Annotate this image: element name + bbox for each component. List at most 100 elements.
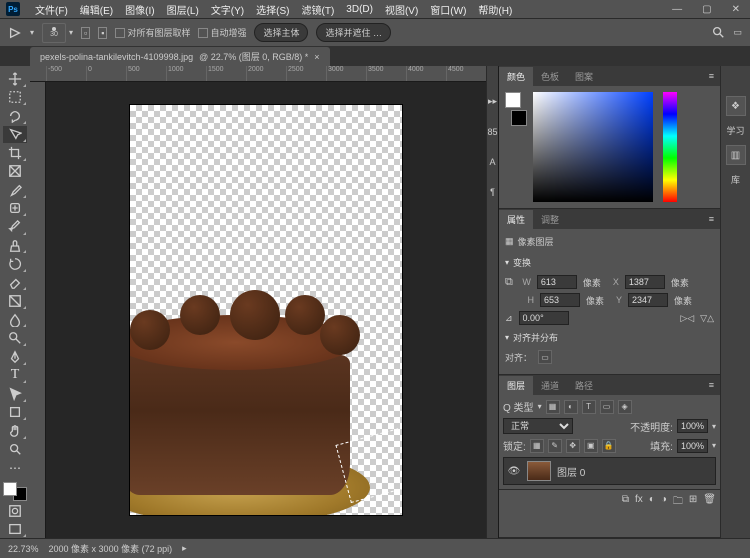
filter-shape-icon[interactable]: ▭ — [600, 400, 614, 414]
lasso-tool[interactable] — [3, 107, 27, 125]
blur-tool[interactable] — [3, 311, 27, 329]
adjustment-layer-icon[interactable]: ◑ — [661, 494, 667, 511]
vertical-ruler[interactable] — [30, 82, 46, 538]
align-target-icon[interactable]: ▭ — [538, 350, 552, 364]
learn-label[interactable]: 学习 — [726, 124, 744, 137]
library-label[interactable]: 库 — [731, 173, 740, 186]
hand-tool[interactable] — [3, 422, 27, 440]
quick-mask-toggle[interactable] — [3, 502, 27, 520]
crop-tool[interactable] — [3, 144, 27, 162]
path-selection-tool[interactable] — [3, 385, 27, 403]
eraser-tool[interactable] — [3, 274, 27, 292]
height-input[interactable] — [540, 293, 580, 307]
add-selection-icon[interactable]: ▫ — [81, 27, 90, 39]
tab-swatches[interactable]: 色板 — [533, 67, 567, 86]
layer-mask-icon[interactable]: ◐ — [649, 494, 655, 511]
dodge-tool[interactable] — [3, 329, 27, 347]
collapsed-panel-item[interactable]: A — [489, 157, 495, 167]
filter-adjust-icon[interactable]: ◐ — [564, 400, 578, 414]
menu-layer[interactable]: 图层(L) — [162, 0, 204, 19]
color-swatches[interactable] — [3, 482, 27, 501]
horizontal-ruler[interactable]: -500050010001500200025003000350040004500 — [30, 66, 486, 82]
auto-enhance-checkbox[interactable] — [198, 28, 208, 38]
new-layer-icon[interactable]: ⊞ — [689, 494, 697, 511]
blend-mode-select[interactable]: 正常 — [503, 418, 573, 434]
angle-input[interactable] — [519, 311, 569, 325]
y-input[interactable] — [628, 293, 668, 307]
pen-tool[interactable] — [3, 348, 27, 366]
brush-tool[interactable] — [3, 218, 27, 236]
filter-kind-label[interactable]: Q 类型 — [503, 399, 534, 414]
menu-view[interactable]: 视图(V) — [380, 0, 423, 19]
menu-edit[interactable]: 编辑(E) — [75, 0, 118, 19]
zoom-level[interactable]: 22.73% — [8, 544, 39, 554]
chevron-down-icon[interactable]: ▾ — [69, 28, 73, 37]
menu-select[interactable]: 选择(S) — [251, 0, 294, 19]
tool-preset-icon[interactable] — [8, 26, 22, 40]
tab-adjustments[interactable]: 调整 — [533, 210, 567, 229]
panel-menu-icon[interactable]: ≡ — [709, 71, 720, 81]
align-section-header[interactable]: 对齐并分布 — [505, 329, 714, 346]
history-brush-tool[interactable] — [3, 255, 27, 273]
transform-section-header[interactable]: 变换 — [505, 254, 714, 271]
tab-properties[interactable]: 属性 — [499, 210, 533, 229]
frame-tool[interactable] — [3, 163, 27, 181]
chevron-down-icon[interactable]: ▾ — [30, 28, 34, 37]
menu-3d[interactable]: 3D(D) — [341, 2, 378, 17]
menu-filter[interactable]: 滤镜(T) — [297, 0, 340, 19]
window-close[interactable]: ✕ — [728, 4, 744, 15]
link-wh-icon[interactable]: ⧉ — [505, 276, 513, 289]
shape-tool[interactable] — [3, 404, 27, 422]
window-maximize[interactable]: ▢ — [698, 4, 715, 15]
lock-transparency-icon[interactable]: ▦ — [530, 439, 544, 453]
select-and-mask-button[interactable]: 选择并遮住 … — [316, 23, 391, 42]
menu-image[interactable]: 图像(I) — [120, 0, 159, 19]
status-chevron-icon[interactable]: ▸ — [182, 543, 187, 554]
lock-artboard-icon[interactable]: ▣ — [584, 439, 598, 453]
filter-smart-icon[interactable]: ◈ — [618, 400, 632, 414]
visibility-toggle-icon[interactable]: 👁 — [507, 466, 521, 477]
workspace-icon[interactable]: ▭ — [733, 27, 742, 38]
lock-all-icon[interactable]: 🔒 — [602, 439, 616, 453]
marquee-tool[interactable] — [3, 89, 27, 107]
menu-file[interactable]: 文件(F) — [30, 0, 73, 19]
tab-paths[interactable]: 路径 — [567, 376, 601, 395]
tab-patterns[interactable]: 图案 — [567, 67, 601, 86]
tab-channels[interactable]: 通道 — [533, 376, 567, 395]
panel-menu-icon[interactable]: ≡ — [709, 380, 720, 390]
menu-window[interactable]: 窗口(W) — [425, 0, 471, 19]
filter-type-icon[interactable]: T — [582, 400, 596, 414]
opacity-input[interactable]: 100% — [677, 419, 708, 433]
layer-row[interactable]: 👁 图层 0 — [503, 457, 716, 485]
document-canvas[interactable] — [130, 105, 402, 515]
flip-v-icon[interactable]: ▽△ — [700, 313, 714, 324]
lock-position-icon[interactable]: ✥ — [566, 439, 580, 453]
type-tool[interactable]: T — [3, 367, 27, 385]
layer-name[interactable]: 图层 0 — [557, 464, 585, 479]
expand-panel-icon[interactable]: ▸▸ — [488, 96, 497, 107]
quick-selection-tool[interactable] — [3, 126, 27, 144]
document-dimensions[interactable]: 2000 像素 x 3000 像素 (72 ppi) — [49, 542, 173, 555]
select-subject-button[interactable]: 选择主体 — [254, 23, 308, 42]
close-tab-icon[interactable]: × — [314, 52, 319, 62]
move-tool[interactable] — [3, 70, 27, 88]
link-layers-icon[interactable]: ⧉ — [622, 494, 629, 511]
layer-thumbnail[interactable] — [527, 461, 551, 481]
tab-color[interactable]: 颜色 — [499, 67, 533, 86]
panel-color-swatches[interactable] — [505, 92, 527, 126]
menu-help[interactable]: 帮助(H) — [473, 0, 517, 19]
foreground-color[interactable] — [3, 482, 17, 496]
edit-toolbar[interactable]: ⋯ — [3, 459, 27, 477]
learn-panel-icon[interactable]: ❖ — [726, 96, 746, 116]
sample-all-layers-checkbox[interactable] — [115, 28, 125, 38]
tab-layers[interactable]: 图层 — [499, 376, 533, 395]
collapsed-panel-item[interactable]: 85 — [487, 127, 497, 137]
x-input[interactable] — [625, 275, 665, 289]
flip-h-icon[interactable]: ▷◁ — [680, 313, 694, 324]
menu-type[interactable]: 文字(Y) — [206, 0, 249, 19]
subtract-selection-icon[interactable]: ▪ — [98, 27, 107, 39]
eyedropper-tool[interactable] — [3, 181, 27, 199]
fill-input[interactable]: 100% — [677, 439, 708, 453]
clone-stamp-tool[interactable] — [3, 237, 27, 255]
search-icon[interactable] — [711, 25, 725, 41]
